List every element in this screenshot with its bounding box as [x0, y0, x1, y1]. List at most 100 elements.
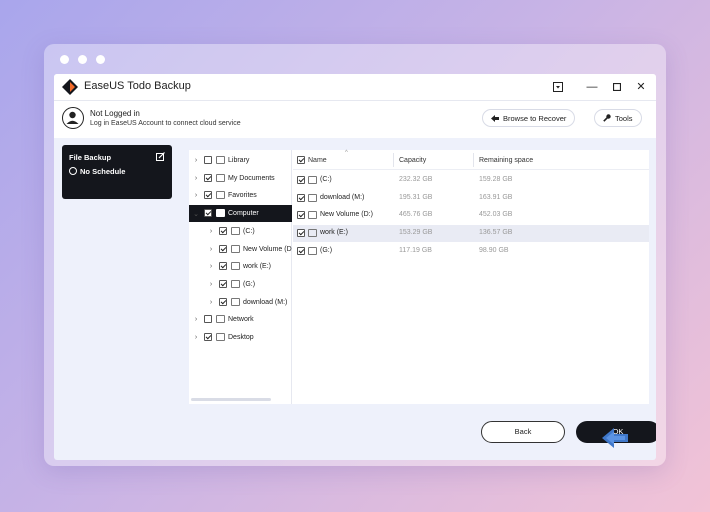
chevron-right-icon[interactable]: › — [192, 175, 200, 182]
chevron-down-icon[interactable]: ⌄ — [192, 210, 200, 218]
drive-icon — [308, 193, 317, 202]
tree-checkbox[interactable] — [204, 333, 212, 341]
drive-icon — [308, 246, 317, 255]
maximize-button[interactable] — [608, 78, 626, 96]
wrench-icon — [603, 114, 611, 122]
table-row[interactable]: work (E:) 153.29 GB 136.57 GB — [293, 225, 649, 243]
drive-icon — [231, 244, 240, 253]
column-divider[interactable] — [473, 153, 474, 167]
tree-item[interactable]: ⌄ Computer — [189, 205, 292, 223]
tree-checkbox[interactable] — [219, 226, 227, 235]
chevron-right-icon[interactable]: › — [192, 316, 200, 323]
tree-checkbox[interactable] — [204, 173, 212, 182]
column-divider[interactable] — [393, 153, 394, 167]
drive-icon — [231, 297, 240, 306]
tree-item-label: My Documents — [228, 174, 275, 182]
drive-list: Name ^ Capacity Remaining space (C:) 232.… — [293, 150, 649, 404]
tree-item[interactable]: › My Documents — [189, 170, 292, 187]
tree-item-label: download (M:) — [243, 298, 288, 306]
favorites-icon — [216, 191, 225, 200]
chevron-right-icon[interactable]: › — [192, 157, 200, 164]
schedule-status: No Schedule — [80, 167, 126, 176]
login-status: Not Logged in — [90, 109, 140, 118]
minimize-button[interactable]: — — [583, 78, 601, 96]
tree-item-label: Favorites — [228, 192, 257, 200]
drive-capacity: 195.31 GB — [399, 193, 433, 201]
tree-item[interactable]: › (C:) — [189, 223, 292, 240]
row-checkbox[interactable] — [297, 176, 305, 184]
horizontal-scrollbar[interactable] — [191, 398, 271, 401]
row-checkbox[interactable] — [297, 211, 305, 220]
avatar[interactable] — [62, 107, 84, 129]
login-hint[interactable]: Log in EaseUS Account to connect cloud s… — [90, 120, 241, 127]
drive-name: New Volume (D:) — [320, 211, 373, 219]
chevron-right-icon[interactable]: › — [207, 246, 215, 253]
column-capacity[interactable]: Capacity — [399, 157, 426, 164]
drive-name: work (E:) — [320, 229, 348, 237]
table-row[interactable]: New Volume (D:) 465.76 GB 452.03 GB — [293, 207, 649, 224]
tree-checkbox[interactable] — [204, 156, 212, 164]
drive-name: (C:) — [320, 176, 332, 183]
chevron-right-icon[interactable]: › — [207, 281, 215, 288]
chevron-right-icon[interactable]: › — [207, 228, 215, 235]
drive-capacity: 232.32 GB — [399, 176, 433, 183]
row-checkbox[interactable] — [297, 193, 305, 202]
drive-icon — [231, 226, 240, 235]
tools-button[interactable]: Tools — [594, 109, 642, 127]
tree-item[interactable]: › (G:) — [189, 276, 292, 293]
tools-label: Tools — [615, 113, 633, 123]
chevron-right-icon[interactable]: › — [207, 299, 215, 306]
chevron-right-icon[interactable]: › — [192, 192, 200, 199]
tree-item[interactable]: › Library — [189, 152, 292, 169]
select-all-checkbox[interactable] — [297, 156, 305, 164]
drive-icon — [231, 279, 240, 288]
edit-icon[interactable] — [156, 152, 165, 161]
tree-item[interactable]: › New Volume (D:) — [189, 241, 292, 258]
tree-item[interactable]: › Network — [189, 311, 292, 328]
tree-checkbox[interactable] — [204, 191, 212, 200]
tree-checkbox[interactable] — [219, 279, 227, 288]
close-button[interactable]: ✕ — [632, 78, 650, 96]
drive-capacity: 117.19 GB — [399, 246, 432, 254]
window-dots — [60, 55, 105, 64]
desktop-icon — [216, 333, 225, 341]
row-checkbox[interactable] — [297, 229, 305, 238]
tree-checkbox[interactable] — [204, 209, 212, 218]
column-remaining-space[interactable]: Remaining space — [479, 157, 533, 164]
drive-icon — [308, 229, 317, 238]
pointer-arrow-icon — [602, 428, 628, 448]
list-header: Name ^ Capacity Remaining space — [293, 150, 649, 170]
app-window-frame: EaseUS Todo Backup — ✕ Not Logged in Log… — [44, 44, 666, 466]
tree-item[interactable]: › work (E:) — [189, 258, 292, 275]
tree-checkbox[interactable] — [219, 297, 227, 306]
tree-checkbox[interactable] — [204, 315, 212, 324]
drive-name: (G:) — [320, 246, 333, 254]
tree-item-label: (C:) — [243, 227, 255, 235]
tree-item[interactable]: › download (M:) — [189, 294, 292, 311]
maximize-icon — [612, 82, 622, 92]
browse-to-recover-button[interactable]: Browse to Recover — [482, 109, 576, 127]
folder-tree: › Library › My Documents › Favorites ⌄ Computer… — [189, 150, 292, 404]
tree-checkbox[interactable] — [219, 244, 227, 253]
backup-schedule-card[interactable]: File Backup No Schedule — [62, 145, 172, 199]
tree-item[interactable]: › Desktop — [189, 329, 292, 346]
dropdown-button[interactable] — [549, 78, 567, 96]
row-checkbox[interactable] — [297, 246, 305, 255]
clock-icon — [69, 167, 77, 175]
table-row[interactable]: download (M:) 195.31 GB 163.91 GB — [293, 190, 649, 207]
drive-icon — [231, 262, 240, 271]
table-row[interactable]: (G:) 117.19 GB 98.90 GB — [293, 243, 649, 260]
chevron-right-icon[interactable]: › — [192, 334, 200, 341]
table-row[interactable]: (C:) 232.32 GB 159.28 GB — [293, 172, 649, 189]
chevron-right-icon[interactable]: › — [207, 263, 215, 270]
file-browser: › Library › My Documents › Favorites ⌄ Computer… — [189, 150, 649, 404]
back-button[interactable]: Back — [481, 421, 565, 443]
drive-remaining: 98.90 GB — [479, 246, 509, 254]
network-icon — [216, 315, 225, 324]
tree-checkbox[interactable] — [219, 262, 227, 271]
folder-icon — [216, 156, 225, 164]
tree-item[interactable]: › Favorites — [189, 187, 292, 204]
column-name[interactable]: Name — [308, 157, 327, 164]
computer-icon — [216, 209, 225, 218]
drive-capacity: 153.29 GB — [399, 229, 433, 237]
